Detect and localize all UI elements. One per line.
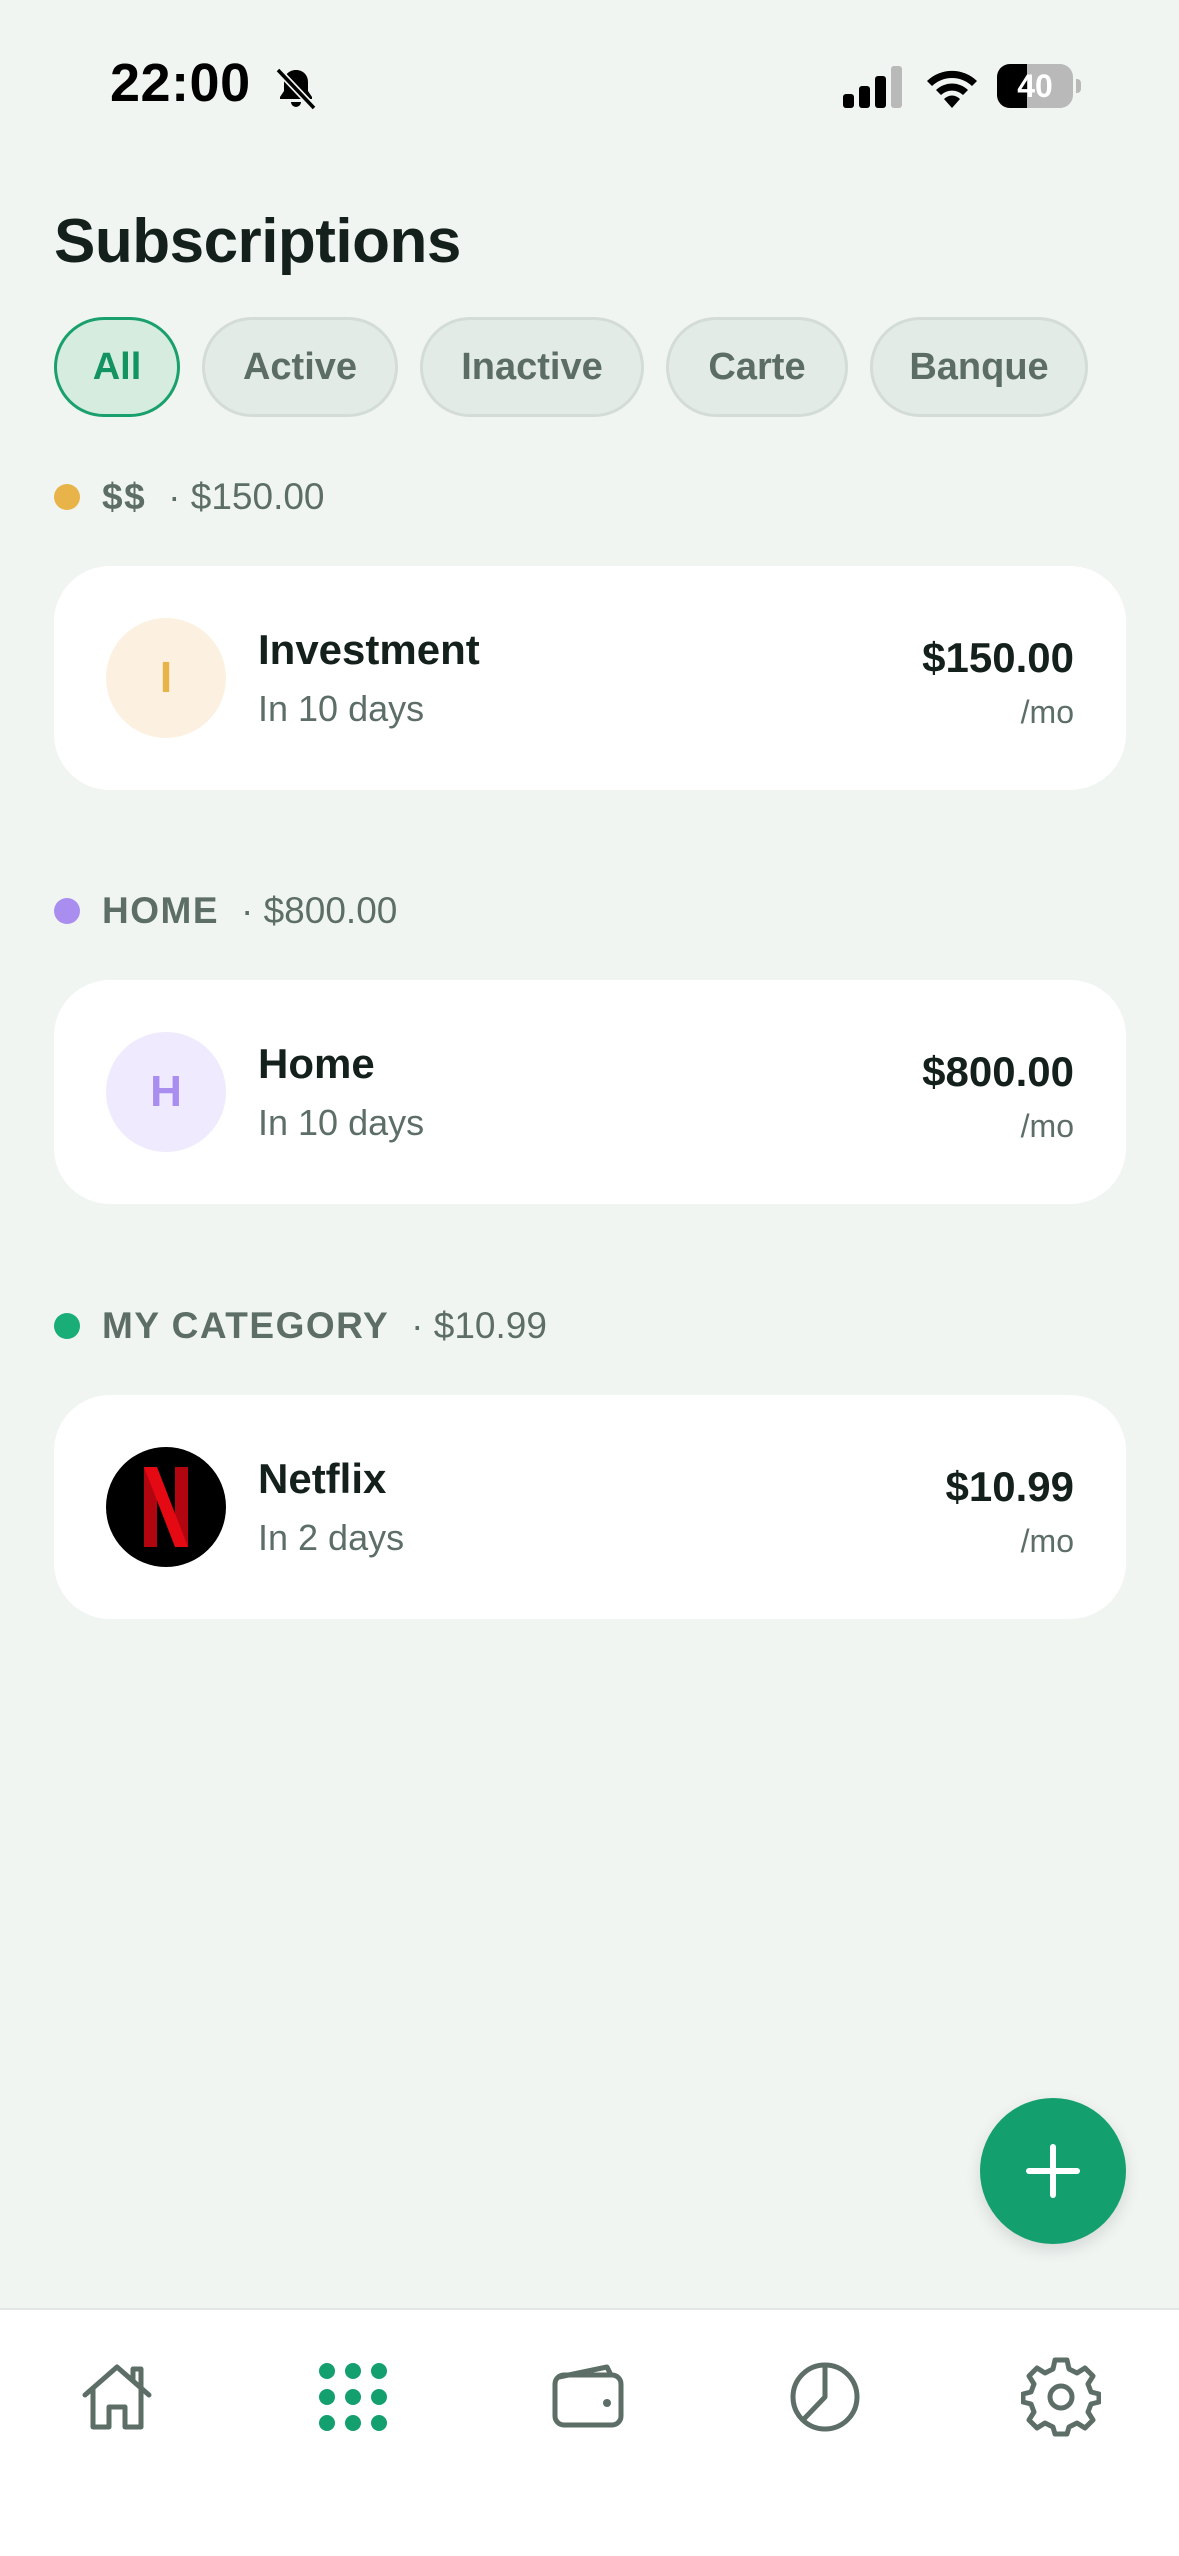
netflix-logo-icon (106, 1447, 226, 1567)
home-icon (82, 2364, 152, 2430)
section-name: HOME (102, 890, 219, 931)
wifi-icon (927, 70, 977, 108)
tab-wallet[interactable] (544, 2352, 634, 2442)
subscription-name: Investment (258, 626, 480, 673)
battery-indicator: 40 (997, 64, 1081, 108)
category-color-dot (54, 898, 80, 924)
subscription-card-netflix[interactable]: Netflix In 2 days $10.99 /mo (54, 1395, 1126, 1619)
status-bar: 22:00 40 (0, 0, 1179, 175)
tab-subscriptions[interactable] (308, 2352, 398, 2442)
subscription-card-home[interactable]: H Home In 10 days $800.00 /mo (54, 980, 1126, 1204)
add-subscription-button[interactable] (980, 2098, 1126, 2244)
subscription-due: In 2 days (258, 1517, 405, 1558)
subscription-price: $10.99 (945, 1463, 1074, 1510)
avatar: H (106, 1032, 226, 1152)
section-total: · $800.00 (241, 890, 398, 931)
cellular-signal-icon (843, 66, 902, 108)
tab-home[interactable] (72, 2352, 162, 2442)
filter-chip-banque[interactable]: Banque (870, 317, 1088, 417)
subscription-name: Home (258, 1040, 375, 1087)
category-color-dot (54, 1313, 80, 1339)
subscription-price: $800.00 (922, 1048, 1074, 1095)
subscription-period: /mo (1020, 694, 1074, 730)
subscription-period: /mo (1020, 1523, 1074, 1559)
filter-chip-inactive[interactable]: Inactive (420, 317, 644, 417)
section-name: $$ (102, 476, 147, 517)
subscription-name: Netflix (258, 1455, 387, 1502)
subscription-card-investment[interactable]: I Investment In 10 days $150.00 /mo (54, 566, 1126, 790)
bell-muted-icon (275, 67, 317, 111)
status-time: 22:00 (110, 53, 251, 113)
grid-icon (319, 2363, 387, 2431)
subscription-price: $150.00 (922, 634, 1074, 681)
pie-chart-icon (790, 2362, 860, 2432)
tab-stats[interactable] (780, 2352, 870, 2442)
subscription-due: In 10 days (258, 1102, 425, 1143)
avatar: I (106, 618, 226, 738)
section-header: HOME · $800.00 (54, 881, 397, 941)
tab-bar (0, 2308, 1179, 2556)
plus-icon (1026, 2144, 1080, 2198)
section-total: · $150.00 (168, 476, 325, 517)
section-total: · $10.99 (411, 1305, 547, 1346)
filter-chip-all[interactable]: All (54, 317, 180, 417)
filter-chip-carte[interactable]: Carte (666, 317, 848, 417)
subscription-due: In 10 days (258, 688, 425, 729)
gear-icon (1021, 2357, 1101, 2437)
subscription-period: /mo (1020, 1108, 1074, 1144)
section-header: MY CATEGORY · $10.99 (54, 1296, 547, 1356)
tab-settings[interactable] (1016, 2352, 1106, 2442)
section-name: MY CATEGORY (102, 1305, 390, 1346)
battery-level-text: 40 (1017, 68, 1053, 104)
filter-chip-active[interactable]: Active (202, 317, 398, 417)
wallet-icon (552, 2364, 624, 2428)
section-header: $$ · $150.00 (54, 467, 325, 527)
category-color-dot (54, 484, 80, 510)
page-title: Subscriptions (54, 207, 461, 276)
